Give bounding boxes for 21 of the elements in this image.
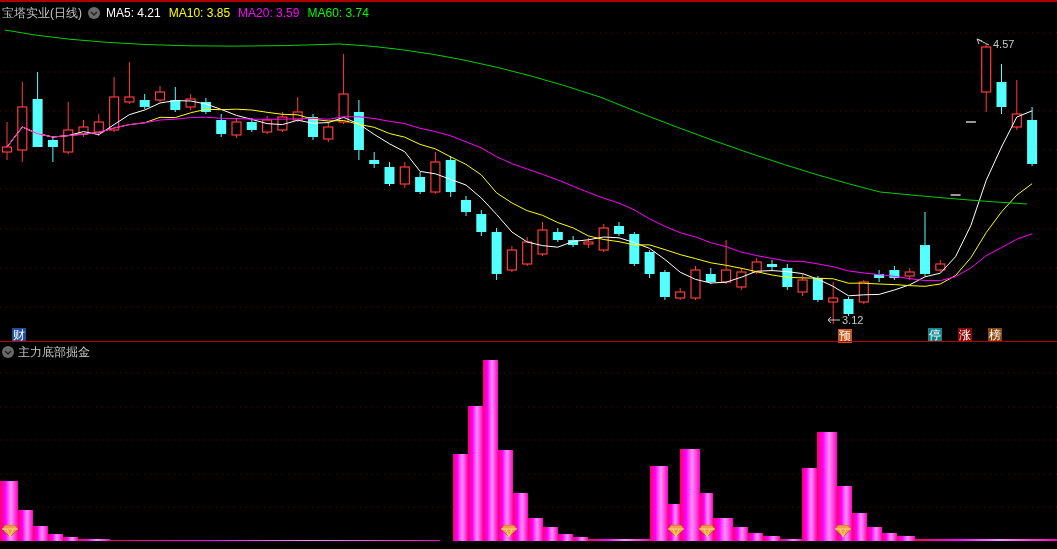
event-marker[interactable]: 财 <box>12 328 26 342</box>
diamond-icon <box>668 525 684 537</box>
diamond-icon <box>835 525 851 537</box>
arrow-icon <box>976 38 990 48</box>
event-marker[interactable]: 停 <box>928 328 942 342</box>
chart-title: 宝塔实业(日线) <box>2 5 82 21</box>
diamond-icon <box>2 525 18 537</box>
indicator-title: 主力底部掘金 <box>18 344 90 360</box>
low-price-label: 3.12 <box>842 313 864 327</box>
dropdown-icon[interactable] <box>2 346 14 358</box>
moving-average-label: MA5: 4.21 <box>106 5 161 21</box>
moving-average-label: MA60: 3.74 <box>307 5 369 21</box>
moving-average-label: MA20: 3.59 <box>238 5 300 21</box>
event-marker[interactable]: 涨 <box>958 328 972 342</box>
diamond-icon <box>501 525 517 537</box>
diamond-icon <box>699 525 715 537</box>
event-marker[interactable]: 榜 <box>988 328 1002 342</box>
high-price-label: 4.57 <box>993 37 1015 51</box>
dropdown-icon[interactable] <box>88 7 100 19</box>
moving-average-label: MA10: 3.85 <box>168 5 231 21</box>
arrow-icon <box>827 316 841 324</box>
